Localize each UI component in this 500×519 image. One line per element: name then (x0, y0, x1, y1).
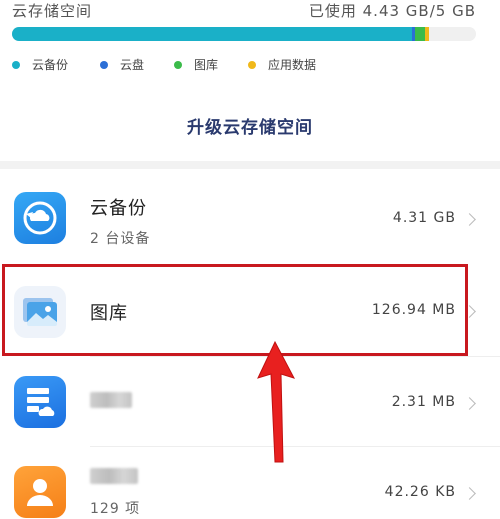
legend-dot-icon (248, 60, 256, 69)
row-subtitle: 129 项 (90, 501, 141, 517)
storage-title: 云存储空间 (12, 2, 93, 20)
blurred-row-title (90, 468, 138, 484)
usage-segment-cloud-backup (12, 27, 412, 41)
row-size: 4.31 GB (392, 210, 456, 226)
usage-segment-app-data (425, 27, 429, 41)
legend-label: 图库 (194, 58, 219, 72)
legend-label: 应用数据 (268, 58, 317, 72)
legend-label: 云盘 (120, 58, 145, 72)
row-size: 2.31 MB (391, 394, 456, 410)
chevron-right-icon (463, 397, 476, 410)
highlight-box (2, 264, 468, 356)
storage-page: 云存储空间 已使用 4.43 GB/5 GB 云备份 云盘 图库 应用数据 升级… (0, 0, 500, 519)
legend-dot-icon (12, 60, 20, 69)
section-divider (0, 161, 500, 169)
contacts-icon (14, 466, 66, 518)
upgrade-storage-button[interactable]: 升级云存储空间 (0, 113, 500, 138)
storage-usage-bar (12, 27, 476, 41)
legend-item-cloud-backup: 云备份 (12, 56, 68, 73)
storage-legend: 云备份 云盘 图库 应用数据 (12, 56, 482, 74)
list-item-cloud-backup[interactable]: 云备份 2 台设备 4.31 GB (0, 170, 500, 266)
usage-segment-gallery (415, 27, 425, 41)
legend-label: 云备份 (32, 58, 69, 72)
blurred-row-title (90, 392, 132, 408)
legend-item-cloud-drive: 云盘 (100, 56, 144, 73)
cloud-backup-icon (14, 192, 66, 244)
storage-header: 云存储空间 已使用 4.43 GB/5 GB (0, 0, 500, 22)
legend-dot-icon (174, 60, 182, 69)
chevron-right-icon (463, 213, 476, 226)
red-arrow-icon (257, 340, 296, 463)
row-title: 云备份 (90, 198, 147, 219)
legend-dot-icon (100, 60, 108, 69)
storage-usage-text: 已使用 4.43 GB/5 GB (308, 2, 476, 20)
row-subtitle: 2 台设备 (90, 231, 151, 247)
legend-item-gallery: 图库 (174, 56, 218, 73)
legend-item-app-data: 应用数据 (248, 56, 316, 73)
chevron-right-icon (463, 487, 476, 500)
cloud-drive-icon (14, 376, 66, 428)
row-size: 42.26 KB (384, 484, 456, 500)
